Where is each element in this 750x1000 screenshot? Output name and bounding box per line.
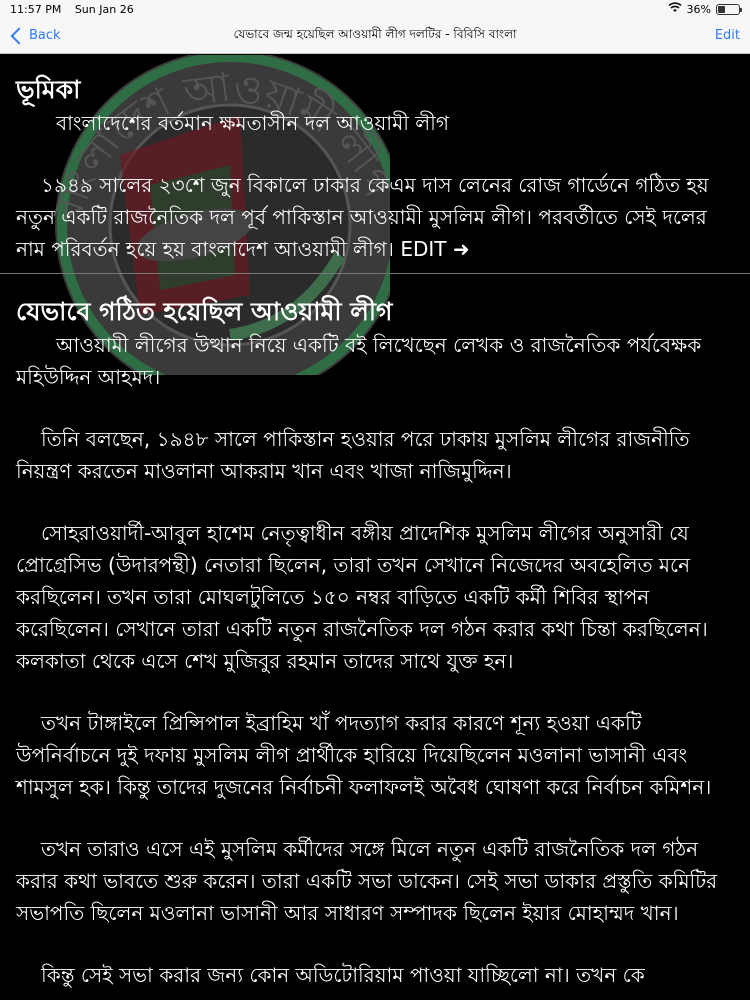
section-heading-formation: যেভাবে গঠিত হয়েছিল আওয়ামী লীগ [16,297,393,326]
edit-button[interactable]: Edit [715,28,740,43]
intro-paragraph-1: বাংলাদেশের বর্তমান ক্ষমতাসীন দল আওয়ামী … [56,111,450,135]
wifi-icon [668,2,682,16]
battery-icon [716,3,742,15]
back-button[interactable]: Back [10,27,61,44]
battery-fill [718,5,726,13]
intro-paragraph-2: ১৯৪৯ সালের ২৩শে জুন বিকালে ঢাকার কেএম দা… [16,169,734,265]
article-view[interactable]: বাংলাদেশ আওয়ামী লীগ ভূমিকা বাংলাদেশের ব… [0,55,750,1000]
paragraph-6: কিন্তু সেই সভা করার জন্য কোন অডিটোরিয়াম… [41,963,645,987]
status-date: Sun Jan 26 [74,2,134,16]
intro-paragraph-2-text: ১৯৪৯ সালের ২৩শে জুন বিকালে ঢাকার কেএম দা… [16,173,709,261]
status-time: 11:57 PM [10,2,62,16]
navigation-bar: Back যেভাবে জন্ম হয়েছিল আওয়ামী লীগ দলট… [0,18,750,54]
section-heading-intro: ভূমিকা [16,75,81,104]
back-label: Back [29,28,61,43]
page-title: যেভাবে জন্ম হয়েছিল আওয়ামী লীগ দলটির - … [233,26,517,41]
chevron-left-icon [10,27,28,44]
status-right: 36% [668,2,742,16]
status-bar: 11:57 PM Sun Jan 26 36% [0,0,750,18]
paragraph-1: আওয়ামী লীগের উত্থান নিয়ে একটি বই লিখেছ… [16,333,702,389]
paragraph-3: সোহরাওয়ার্দী-আবুল হাশেম নেতৃত্বাধীন বঙ্… [16,521,708,673]
paragraph-2: তিনি বলছেন, ১৯৪৮ সালে পাকিস্তান হওয়ার প… [16,427,690,483]
status-left: 11:57 PM Sun Jan 26 [10,3,144,16]
paragraph-4: তখন টাঙ্গাইলে প্রিন্সিপাল ইব্রাহিম খাঁ প… [16,711,712,799]
edit-link[interactable]: EDIT ➜ [400,237,469,261]
battery-percent: 36% [686,2,711,16]
paragraph-5: তখন তারাও এসে এই মুসলিম কর্মীদের সঙ্গে ম… [16,837,718,925]
article-body: ভূমিকা বাংলাদেশের বর্তমান ক্ষমতাসীন দল আ… [0,55,750,991]
